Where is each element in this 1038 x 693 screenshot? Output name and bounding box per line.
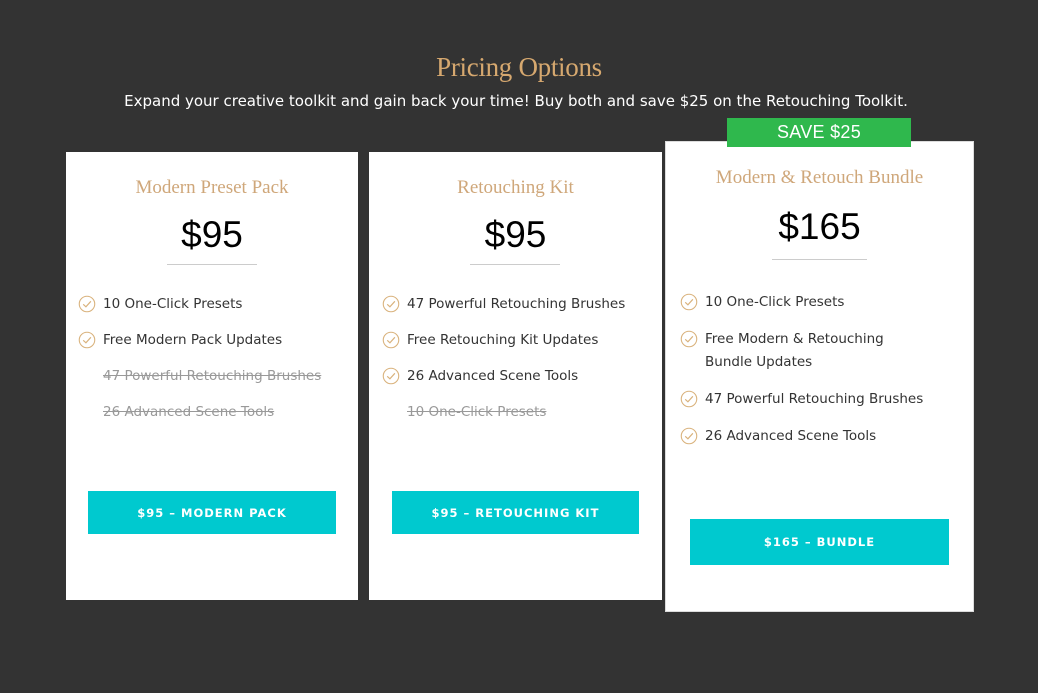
- page-subtitle: Expand your creative toolkit and gain ba…: [124, 92, 908, 110]
- feature-item-excluded: 10 One-Click Presets: [382, 401, 652, 424]
- card-title: Retouching Kit: [457, 177, 574, 198]
- buy-bundle-button[interactable]: $165 – BUNDLE: [690, 519, 949, 565]
- feature-item: 26 Advanced Scene Tools: [680, 425, 965, 448]
- check-circle-icon: [680, 390, 698, 408]
- feature-item: 47 Powerful Retouching Brushes: [680, 388, 965, 411]
- feature-item: 10 One-Click Presets: [680, 291, 965, 314]
- save-badge: SAVE $25: [727, 118, 911, 147]
- feature-text: 10 One-Click Presets: [103, 296, 243, 312]
- card-price: $165: [778, 206, 861, 247]
- check-circle-icon: [382, 295, 400, 313]
- check-circle-icon: [680, 293, 698, 311]
- pricing-card-bundle: Modern & Retouch Bundle $165 10 One-Clic…: [665, 141, 974, 612]
- pricing-card-modern-preset-pack: Modern Preset Pack $95 10 One-Click Pres…: [66, 152, 358, 600]
- price-divider: [167, 264, 257, 265]
- feature-text: 26 Advanced Scene Tools: [103, 404, 275, 420]
- feature-text: Free Modern Pack Updates: [103, 332, 283, 348]
- check-circle-icon: [382, 331, 400, 349]
- feature-item: 26 Advanced Scene Tools: [382, 365, 652, 388]
- buy-modern-pack-button[interactable]: $95 – MODERN PACK: [88, 491, 336, 534]
- check-circle-icon: [78, 295, 96, 313]
- feature-text: Free Retouching Kit Updates: [407, 332, 599, 348]
- feature-text: 47 Powerful Retouching Brushes: [407, 296, 626, 312]
- feature-text: Free Modern & Retouching Bundle Updates: [705, 331, 884, 370]
- check-circle-icon: [680, 427, 698, 445]
- page-title: Pricing Options: [436, 52, 602, 82]
- pricing-card-retouching-kit: Retouching Kit $95 47 Powerful Retouchin…: [369, 152, 662, 600]
- feature-item-excluded: 26 Advanced Scene Tools: [78, 401, 348, 424]
- feature-list: 47 Powerful Retouching Brushes Free Reto…: [382, 293, 652, 424]
- feature-text: 47 Powerful Retouching Brushes: [103, 368, 322, 384]
- feature-text: 10 One-Click Presets: [407, 404, 547, 420]
- price-divider: [772, 259, 867, 260]
- feature-item: Free Modern Pack Updates: [78, 329, 348, 352]
- check-circle-icon: [78, 331, 96, 349]
- card-price: $95: [181, 214, 243, 255]
- feature-text: 47 Powerful Retouching Brushes: [705, 391, 924, 407]
- check-circle-icon: [680, 330, 698, 348]
- card-title: Modern Preset Pack: [135, 177, 289, 198]
- buy-retouching-kit-button[interactable]: $95 – RETOUCHING KIT: [392, 491, 639, 534]
- card-price: $95: [484, 214, 547, 255]
- feature-item: 47 Powerful Retouching Brushes: [382, 293, 652, 316]
- feature-text: 26 Advanced Scene Tools: [705, 428, 877, 444]
- feature-list: 10 One-Click Presets Free Modern Pack Up…: [78, 293, 348, 424]
- feature-item-excluded: 47 Powerful Retouching Brushes: [78, 365, 348, 388]
- feature-item: 10 One-Click Presets: [78, 293, 348, 316]
- feature-item: Free Retouching Kit Updates: [382, 329, 652, 352]
- feature-list: 10 One-Click Presets Free Modern & Retou…: [680, 291, 965, 448]
- card-title: Modern & Retouch Bundle: [715, 167, 924, 188]
- price-divider: [470, 264, 560, 265]
- feature-text: 26 Advanced Scene Tools: [407, 368, 579, 384]
- check-circle-icon: [382, 367, 400, 385]
- feature-text: 10 One-Click Presets: [705, 294, 845, 310]
- feature-item: Free Modern & Retouching Bundle Updates: [680, 328, 915, 374]
